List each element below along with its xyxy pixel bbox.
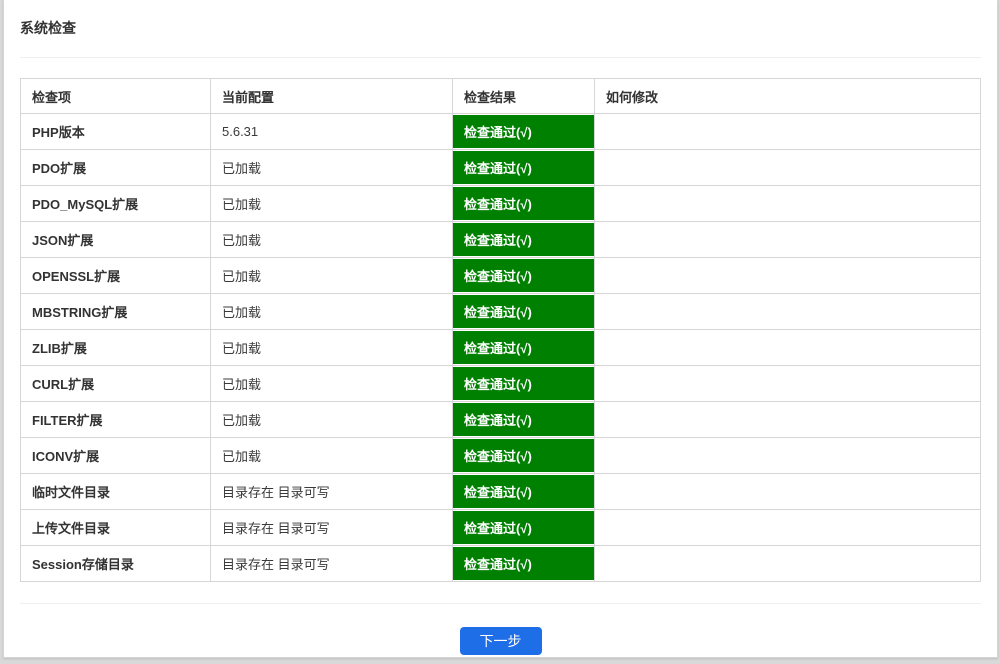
current-config-value: 已加载 <box>211 330 453 366</box>
system-check-panel: 系统检查 检查项 当前配置 检查结果 如何修改 PHP版本 5.6.31 检查通… <box>3 0 998 658</box>
current-config-value: 已加载 <box>211 150 453 186</box>
pass-badge: 检查通过(√) <box>453 403 594 436</box>
check-item-label: 上传文件目录 <box>21 510 211 546</box>
pass-badge: 检查通过(√) <box>453 259 594 292</box>
check-item-label: MBSTRING扩展 <box>21 294 211 330</box>
pass-badge: 检查通过(√) <box>453 439 594 472</box>
current-config-value: 已加载 <box>211 366 453 402</box>
fix-hint-cell <box>595 186 981 222</box>
table-row: ZLIB扩展 已加载 检查通过(√) <box>21 330 981 366</box>
pass-badge: 检查通过(√) <box>453 511 594 544</box>
current-config-value: 已加载 <box>211 402 453 438</box>
table-row: FILTER扩展 已加载 检查通过(√) <box>21 402 981 438</box>
pass-badge: 检查通过(√) <box>453 475 594 508</box>
table-row: Session存储目录 目录存在 目录可写 检查通过(√) <box>21 546 981 582</box>
pass-badge: 检查通过(√) <box>453 547 594 580</box>
check-result-cell: 检查通过(√) <box>453 222 595 258</box>
header-current-config: 当前配置 <box>211 79 453 114</box>
current-config-value: 目录存在 目录可写 <box>211 510 453 546</box>
table-row: PDO扩展 已加载 检查通过(√) <box>21 150 981 186</box>
check-result-cell: 检查通过(√) <box>453 294 595 330</box>
fix-hint-cell <box>595 330 981 366</box>
pass-badge: 检查通过(√) <box>453 187 594 220</box>
check-result-cell: 检查通过(√) <box>453 114 595 150</box>
fix-hint-cell <box>595 438 981 474</box>
current-config-value: 5.6.31 <box>211 114 453 150</box>
table-row: JSON扩展 已加载 检查通过(√) <box>21 222 981 258</box>
pass-badge: 检查通过(√) <box>453 331 594 364</box>
check-item-label: JSON扩展 <box>21 222 211 258</box>
fix-hint-cell <box>595 294 981 330</box>
check-result-cell: 检查通过(√) <box>453 258 595 294</box>
table-row: PDO_MySQL扩展 已加载 检查通过(√) <box>21 186 981 222</box>
header-check-item: 检查项 <box>21 79 211 114</box>
header-check-result: 检查结果 <box>453 79 595 114</box>
title-divider <box>20 57 981 58</box>
table-row: OPENSSL扩展 已加载 检查通过(√) <box>21 258 981 294</box>
pass-badge: 检查通过(√) <box>453 115 594 148</box>
table-row: ICONV扩展 已加载 检查通过(√) <box>21 438 981 474</box>
pass-badge: 检查通过(√) <box>453 295 594 328</box>
check-item-label: ZLIB扩展 <box>21 330 211 366</box>
fix-hint-cell <box>595 150 981 186</box>
fix-hint-cell <box>595 114 981 150</box>
table-row: 上传文件目录 目录存在 目录可写 检查通过(√) <box>21 510 981 546</box>
page-title: 系统检查 <box>20 20 981 36</box>
check-item-label: 临时文件目录 <box>21 474 211 510</box>
header-how-to-fix: 如何修改 <box>595 79 981 114</box>
table-divider <box>20 603 981 604</box>
check-result-cell: 检查通过(√) <box>453 366 595 402</box>
current-config-value: 已加载 <box>211 294 453 330</box>
next-step-button[interactable]: 下一步 <box>460 627 542 655</box>
check-result-cell: 检查通过(√) <box>453 510 595 546</box>
fix-hint-cell <box>595 510 981 546</box>
check-item-label: Session存储目录 <box>21 546 211 582</box>
check-result-cell: 检查通过(√) <box>453 474 595 510</box>
check-item-label: PDO_MySQL扩展 <box>21 186 211 222</box>
table-row: PHP版本 5.6.31 检查通过(√) <box>21 114 981 150</box>
current-config-value: 已加载 <box>211 438 453 474</box>
table-row: 临时文件目录 目录存在 目录可写 检查通过(√) <box>21 474 981 510</box>
current-config-value: 已加载 <box>211 186 453 222</box>
check-item-label: CURL扩展 <box>21 366 211 402</box>
button-row: 下一步 <box>20 627 981 655</box>
check-result-cell: 检查通过(√) <box>453 438 595 474</box>
current-config-value: 已加载 <box>211 222 453 258</box>
fix-hint-cell <box>595 546 981 582</box>
fix-hint-cell <box>595 222 981 258</box>
check-item-label: OPENSSL扩展 <box>21 258 211 294</box>
check-item-label: PHP版本 <box>21 114 211 150</box>
table-row: MBSTRING扩展 已加载 检查通过(√) <box>21 294 981 330</box>
current-config-value: 已加载 <box>211 258 453 294</box>
pass-badge: 检查通过(√) <box>453 223 594 256</box>
table-header-row: 检查项 当前配置 检查结果 如何修改 <box>21 79 981 114</box>
fix-hint-cell <box>595 366 981 402</box>
pass-badge: 检查通过(√) <box>453 151 594 184</box>
check-item-label: PDO扩展 <box>21 150 211 186</box>
fix-hint-cell <box>595 402 981 438</box>
check-result-cell: 检查通过(√) <box>453 330 595 366</box>
pass-badge: 检查通过(√) <box>453 367 594 400</box>
check-result-cell: 检查通过(√) <box>453 546 595 582</box>
check-result-cell: 检查通过(√) <box>453 402 595 438</box>
fix-hint-cell <box>595 474 981 510</box>
check-result-cell: 检查通过(√) <box>453 186 595 222</box>
check-item-label: FILTER扩展 <box>21 402 211 438</box>
system-check-table: 检查项 当前配置 检查结果 如何修改 PHP版本 5.6.31 检查通过(√) … <box>20 78 981 582</box>
check-result-cell: 检查通过(√) <box>453 150 595 186</box>
check-item-label: ICONV扩展 <box>21 438 211 474</box>
table-row: CURL扩展 已加载 检查通过(√) <box>21 366 981 402</box>
fix-hint-cell <box>595 258 981 294</box>
current-config-value: 目录存在 目录可写 <box>211 546 453 582</box>
current-config-value: 目录存在 目录可写 <box>211 474 453 510</box>
table-body: PHP版本 5.6.31 检查通过(√) PDO扩展 已加载 检查通过(√) P… <box>21 114 981 582</box>
